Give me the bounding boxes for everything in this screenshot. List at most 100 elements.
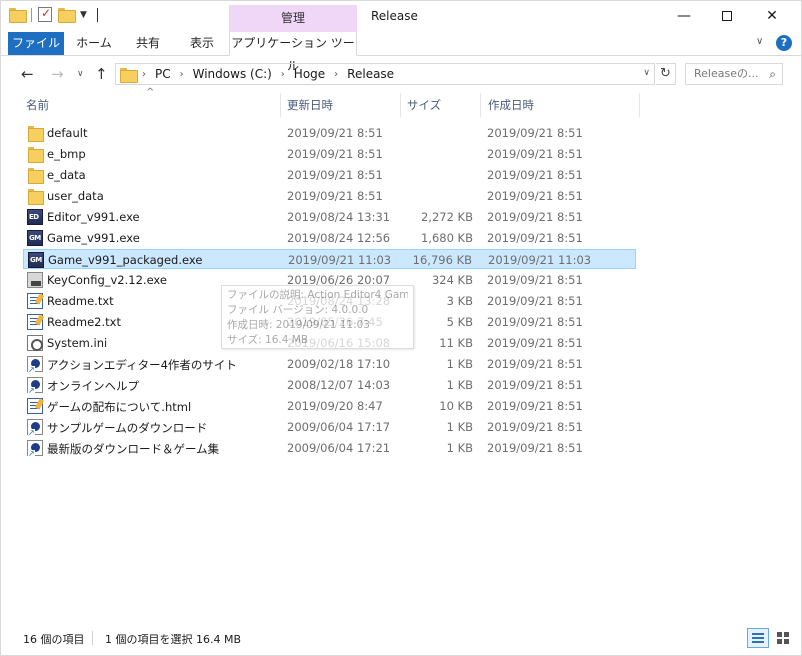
column-modified[interactable]: 更新日時 xyxy=(287,97,333,113)
details-view-icon[interactable] xyxy=(747,628,769,648)
status-separator xyxy=(92,631,93,645)
folder-icon xyxy=(27,167,44,184)
expand-ribbon-chevron-icon[interactable]: ∨ xyxy=(756,36,763,47)
file-created: 2019/09/21 8:51 xyxy=(487,357,583,371)
column-name[interactable]: 名前 xyxy=(26,97,49,113)
file-row[interactable]: オンラインヘルプ 2008/12/07 14:03 1 KB 2019/09/21 8… xyxy=(23,375,636,395)
maximize-button[interactable] xyxy=(704,1,750,31)
file-name: Readme2.txt xyxy=(47,315,121,329)
navigation-bar: ← → ∨ ↑ › PC › Windows (C:) › Hoge › Rel… xyxy=(1,59,801,89)
refresh-button[interactable]: ↻ xyxy=(656,63,676,85)
tooltip-version: ファイル バージョン: 4.0.0.0 xyxy=(227,304,369,316)
column-divider[interactable] xyxy=(400,93,401,117)
sort-ascending-icon: ^ xyxy=(146,87,155,98)
column-divider[interactable] xyxy=(480,93,481,117)
file-row[interactable]: Editor_v991.exe 2019/08/24 13:31 2,272 KB 2… xyxy=(23,207,636,227)
folder-icon[interactable] xyxy=(9,8,27,23)
tab-application-tools[interactable]: アプリケーション ツール xyxy=(229,32,357,73)
ini-file-icon xyxy=(27,335,43,351)
file-row[interactable]: user_data 2019/09/21 8:51 2019/09/21 8:51 xyxy=(23,186,636,206)
file-name: System.ini xyxy=(47,336,108,350)
file-row[interactable]: Game_v991.exe 2019/08/24 12:56 1,680 KB 201… xyxy=(23,228,636,248)
breadcrumb-release[interactable]: Release xyxy=(347,67,394,81)
game-exe-icon xyxy=(28,252,44,268)
file-name: Game_v991_packaged.exe xyxy=(48,253,203,267)
file-modified: 2019/09/20 8:47 xyxy=(287,399,383,413)
internet-shortcut-icon xyxy=(27,419,43,437)
file-name: KeyConfig_v2.12.exe xyxy=(47,273,167,287)
file-created: 2019/09/21 8:51 xyxy=(487,168,583,182)
breadcrumb-separator-icon[interactable]: › xyxy=(142,69,146,80)
close-button[interactable]: ✕ xyxy=(749,1,795,31)
customize-toolbar-chevron-icon[interactable]: ▼ xyxy=(80,10,87,20)
file-modified: 2009/06/04 17:17 xyxy=(287,420,391,434)
breadcrumb-pc[interactable]: PC xyxy=(155,67,171,81)
file-row[interactable]: e_data 2019/09/21 8:51 2019/09/21 8:51 xyxy=(23,165,636,185)
file-created: 2019/09/21 8:51 xyxy=(487,441,583,455)
column-divider[interactable] xyxy=(639,93,640,117)
file-row[interactable]: ゲームの配布について.html 2019/09/20 8:47 10 KB 2019/… xyxy=(23,396,636,416)
ribbon-tabs: ファイル ホーム 共有 表示 アプリケーション ツール ∨ ? xyxy=(1,32,801,73)
folder-icon xyxy=(27,188,44,205)
item-count: 16 個の項目 xyxy=(23,633,85,646)
file-row[interactable]: アクションエディター4作者のサイト 2009/02/18 17:10 1 KB 201… xyxy=(23,354,636,374)
file-info-tooltip: ファイルの説明: Action Editor4 Game ファイル バージョン:… xyxy=(221,285,414,349)
file-created: 2019/09/21 8:51 xyxy=(487,378,583,392)
tab-view[interactable]: 表示 xyxy=(179,32,225,55)
tooltip-description: ファイルの説明: Action Editor4 Game xyxy=(227,289,408,301)
text-file-icon xyxy=(27,314,43,330)
back-button[interactable]: ← xyxy=(21,65,34,83)
column-size[interactable]: サイズ xyxy=(407,97,441,113)
file-row[interactable]: Game_v991_packaged.exe 2019/09/21 11:03 16… xyxy=(23,249,636,269)
file-row[interactable]: e_bmp 2019/09/21 8:51 2019/09/21 8:51 xyxy=(23,144,636,164)
internet-shortcut-icon xyxy=(27,356,43,374)
file-modified: 2009/02/18 17:10 xyxy=(287,357,391,371)
file-modified: 2019/09/21 8:51 xyxy=(287,147,383,161)
folder-icon xyxy=(120,67,138,83)
toolbar-separator xyxy=(31,7,32,22)
tooltip-created: 作成日時: 2019/09/21 11:03 xyxy=(227,319,370,331)
help-icon[interactable]: ? xyxy=(776,35,792,51)
file-name: e_bmp xyxy=(47,147,86,161)
file-size: 1 KB xyxy=(446,441,473,455)
forward-button[interactable]: → xyxy=(51,65,64,83)
breadcrumb-separator-icon[interactable]: › xyxy=(334,69,338,80)
context-tab-manage[interactable]: 管理 xyxy=(229,5,357,32)
toolbar-separator xyxy=(96,7,98,22)
editor-exe-icon xyxy=(27,209,43,225)
properties-icon[interactable] xyxy=(38,6,52,22)
file-row[interactable]: サンプルゲームのダウンロード 2009/06/04 17:17 1 KB 2019/0… xyxy=(23,417,636,437)
minimize-button[interactable]: — xyxy=(661,1,707,31)
text-file-icon xyxy=(27,293,43,309)
file-name: Game_v991.exe xyxy=(47,231,140,245)
tab-home[interactable]: ホーム xyxy=(69,32,119,55)
column-divider[interactable] xyxy=(280,93,281,117)
internet-shortcut-icon xyxy=(27,377,43,395)
file-size: 324 KB xyxy=(431,273,473,287)
address-history-chevron-icon[interactable]: ∨ xyxy=(643,68,650,78)
file-row[interactable]: 最新版のダウンロード＆ゲーム集 2009/06/04 17:21 1 KB 2019/… xyxy=(23,438,636,458)
file-modified: 2019/09/21 8:51 xyxy=(287,126,383,140)
file-modified: 2019/09/21 11:03 xyxy=(288,253,392,267)
breadcrumb-hoge[interactable]: Hoge xyxy=(294,67,325,81)
window-title: Release xyxy=(371,9,418,23)
search-input[interactable]: Releaseの... ⌕ xyxy=(685,63,783,85)
breadcrumb-separator-icon[interactable]: › xyxy=(180,69,184,80)
tab-share[interactable]: 共有 xyxy=(125,32,171,55)
address-bar[interactable]: › PC › Windows (C:) › Hoge › Release ∨ xyxy=(115,63,655,85)
file-row[interactable]: default 2019/09/21 8:51 2019/09/21 8:51 xyxy=(23,123,636,143)
recent-locations-chevron-icon[interactable]: ∨ xyxy=(77,69,84,79)
column-created[interactable]: 作成日時 xyxy=(488,97,534,113)
breadcrumb-drive[interactable]: Windows (C:) xyxy=(193,67,272,81)
breadcrumb-separator-icon[interactable]: › xyxy=(281,69,285,80)
large-icons-view-icon[interactable] xyxy=(773,628,795,648)
tab-file[interactable]: ファイル xyxy=(8,32,64,55)
title-bar: ▼ 管理 Release — ✕ xyxy=(1,1,801,32)
up-button[interactable]: ↑ xyxy=(95,65,108,83)
new-folder-icon[interactable] xyxy=(58,8,76,23)
file-name: オンラインヘルプ xyxy=(47,379,139,393)
file-size: 16,796 KB xyxy=(412,253,472,267)
html-file-icon xyxy=(27,398,43,414)
search-icon[interactable]: ⌕ xyxy=(769,64,776,84)
file-modified: 2019/09/21 8:51 xyxy=(287,189,383,203)
